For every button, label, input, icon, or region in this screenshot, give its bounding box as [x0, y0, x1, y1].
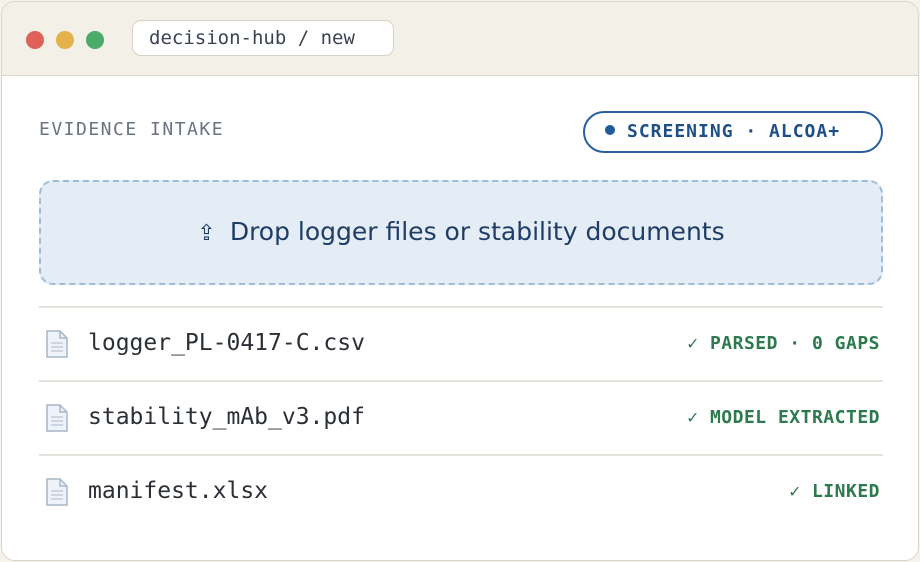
app-window: decision-hub / new EVIDENCE INTAKE SCREE…	[1, 1, 919, 561]
file-status: ✓ PARSED · 0 GAPS	[687, 333, 880, 354]
close-window-button[interactable]	[26, 31, 44, 49]
file-row[interactable]: stability_mAb_v3.pdf ✓ MODEL EXTRACTED	[39, 380, 883, 454]
file-list: logger_PL-0417-C.csv ✓ PARSED · 0 GAPS s…	[39, 306, 883, 528]
file-name: stability_mAb_v3.pdf	[88, 404, 365, 430]
file-row[interactable]: manifest.xlsx ✓ LINKED	[39, 454, 883, 528]
file-icon	[46, 330, 68, 358]
file-name: logger_PL-0417-C.csv	[88, 330, 365, 356]
dropzone-label: Drop logger files or stability documents	[229, 217, 725, 246]
upload-icon: ⇪	[197, 221, 216, 246]
section-title: EVIDENCE INTAKE	[39, 119, 225, 140]
file-row[interactable]: logger_PL-0417-C.csv ✓ PARSED · 0 GAPS	[39, 306, 883, 380]
file-status: ✓ LINKED	[789, 481, 880, 502]
status-dot-icon	[605, 125, 615, 135]
file-name: manifest.xlsx	[88, 478, 269, 504]
status-badge: SCREENING · ALCOA+	[583, 111, 883, 153]
file-icon	[46, 404, 68, 432]
file-status: ✓ MODEL EXTRACTED	[687, 407, 880, 428]
status-badge-label: SCREENING · ALCOA+	[627, 121, 841, 142]
title-bar: decision-hub / new	[2, 2, 918, 76]
address-bar[interactable]: decision-hub / new	[132, 20, 394, 56]
maximize-window-button[interactable]	[86, 31, 104, 49]
evidence-intake-panel: EVIDENCE INTAKE SCREENING · ALCOA+ ⇪ Drop…	[2, 77, 918, 560]
file-icon	[46, 478, 68, 506]
file-dropzone[interactable]: ⇪ Drop logger files or stability document…	[39, 180, 883, 285]
minimize-window-button[interactable]	[56, 31, 74, 49]
